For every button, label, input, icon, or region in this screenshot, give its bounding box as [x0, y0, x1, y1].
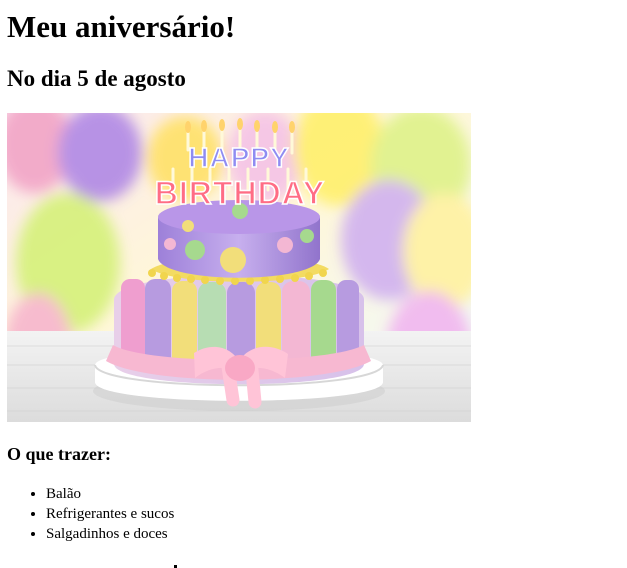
bring-heading: O que trazer: [7, 444, 111, 464]
happy-topper-text: HAPPY [188, 142, 289, 173]
list-item: Balão [46, 484, 174, 504]
birthday-cake-image: HAPPY BIRTHDAY [7, 113, 471, 422]
birthday-topper-text: BIRTHDAY [155, 175, 325, 211]
page: Meu aniversário! No dia 5 de agosto HAPP… [0, 0, 627, 568]
list-item: Refrigerantes e sucos [46, 504, 174, 524]
date-heading: No dia 5 de agosto [7, 66, 186, 91]
bring-list: Balão Refrigerantes e sucos Salgadinhos … [7, 484, 174, 544]
page-title: Meu aniversário! [7, 9, 236, 44]
list-item: Salgadinhos e doces [46, 524, 174, 544]
